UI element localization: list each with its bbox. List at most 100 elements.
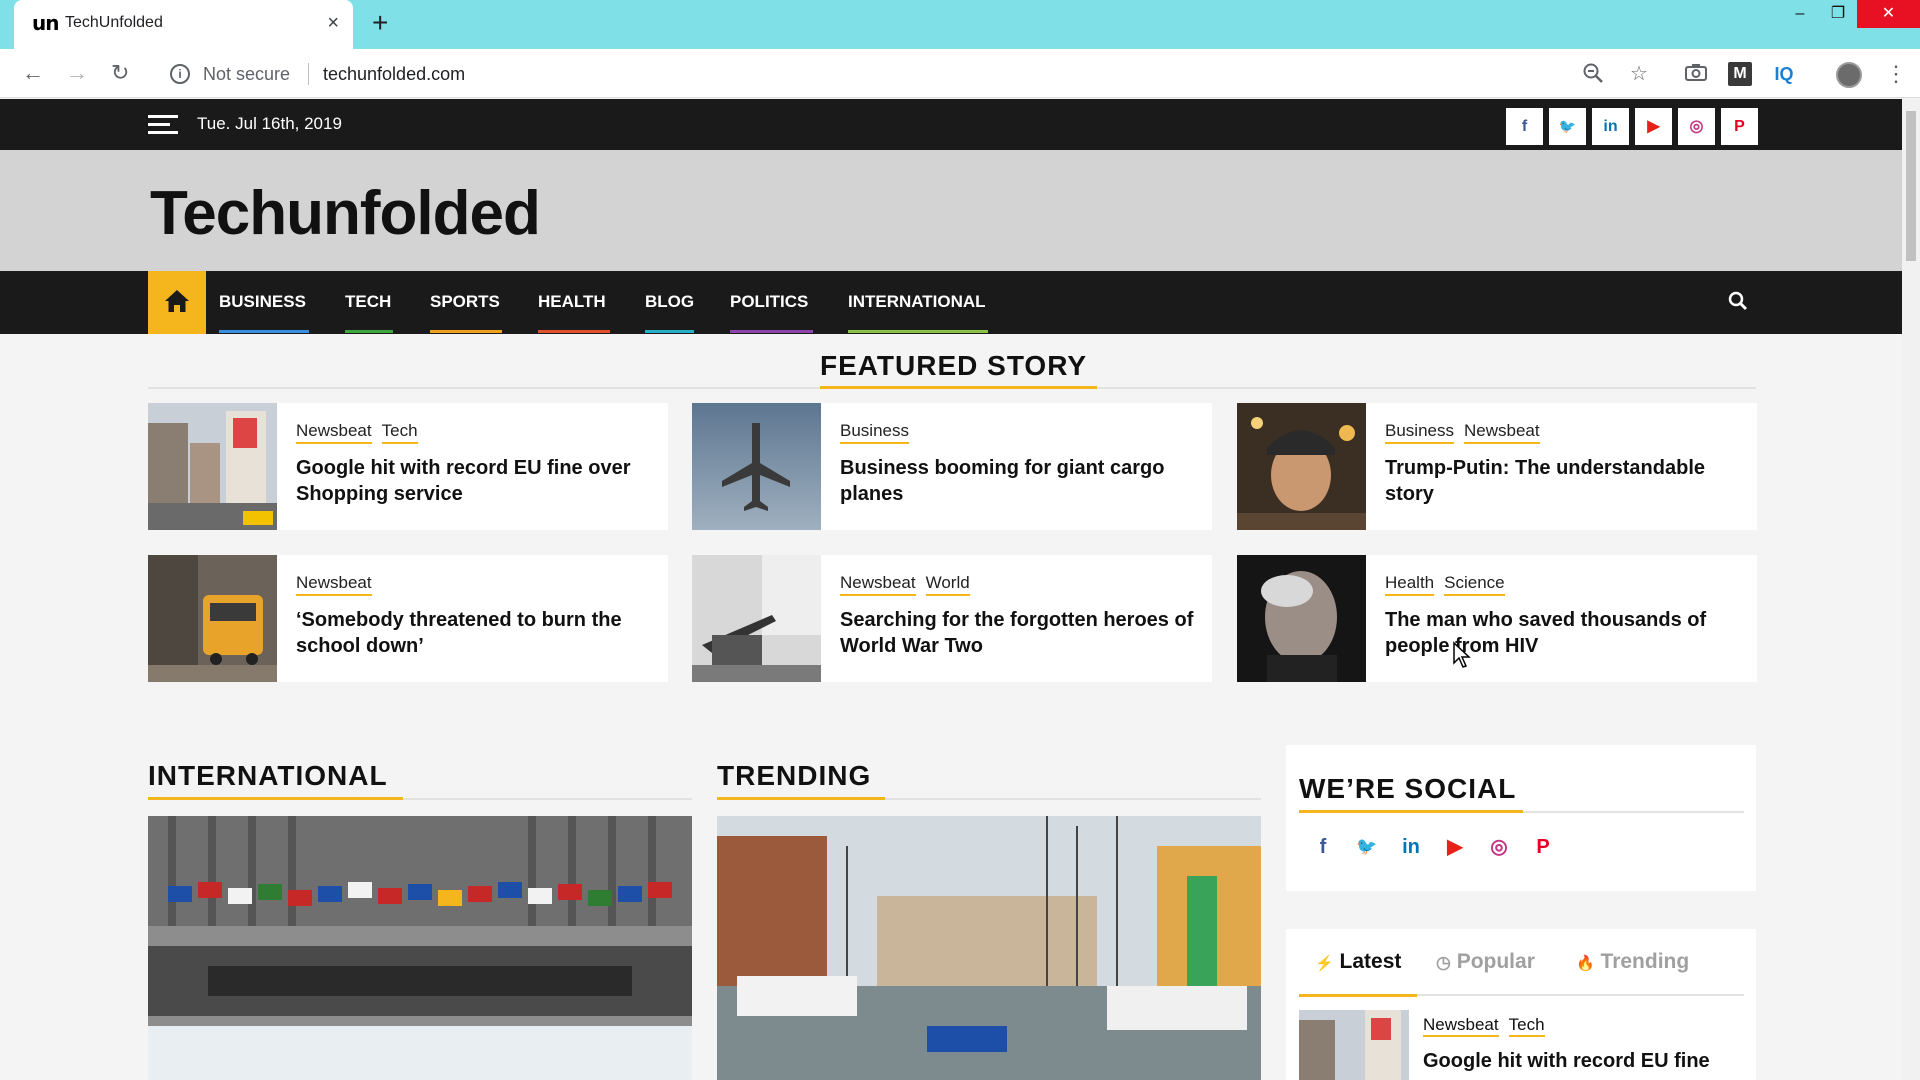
hamburger-menu-icon[interactable]	[148, 115, 178, 135]
iq-extension-icon[interactable]: IQ	[1772, 62, 1796, 86]
category-tag[interactable]: Newsbeat	[1463, 421, 1540, 444]
camera-extension-icon[interactable]	[1684, 62, 1708, 86]
tab-latest-label: Latest	[1339, 950, 1402, 973]
search-icon[interactable]	[1727, 290, 1749, 312]
home-button[interactable]	[148, 271, 206, 334]
tab-trending-label: Trending	[1600, 950, 1690, 973]
card-title[interactable]: The man who saved thousands of people fr…	[1385, 607, 1745, 659]
card-thumbnail[interactable]	[148, 555, 277, 682]
youtube-icon[interactable]: ▶	[1635, 108, 1672, 145]
nav-sports[interactable]: SPORTS	[430, 292, 500, 312]
site-header: Techunfolded	[0, 150, 1902, 271]
card-categories: Newsbeat World	[840, 573, 970, 596]
window-close-button[interactable]: ✕	[1857, 0, 1920, 28]
page-scrollbar[interactable]	[1902, 99, 1920, 1080]
reload-icon[interactable]: ↻	[111, 61, 129, 85]
category-tag[interactable]: Newsbeat	[840, 573, 916, 596]
latest-post-thumbnail[interactable]	[1299, 1010, 1409, 1080]
address-bar[interactable]: i Not secure techunfolded.com	[158, 56, 1658, 92]
browser-menu-icon[interactable]: ⋮	[1884, 62, 1908, 86]
zoom-icon[interactable]	[1581, 62, 1605, 86]
site-info-icon[interactable]: i	[170, 64, 190, 84]
category-tag[interactable]: Health	[1385, 573, 1435, 596]
featured-card[interactable]: Business Newsbeat Trump-Putin: The under…	[1237, 403, 1757, 530]
card-title[interactable]: Trump-Putin: The understandable story	[1385, 455, 1745, 507]
social-widget-accent	[1299, 810, 1523, 813]
youtube-icon[interactable]: ▶	[1443, 835, 1467, 859]
featured-heading: FEATURED STORY	[820, 350, 1088, 381]
card-categories: Newsbeat	[296, 573, 372, 596]
pinterest-icon[interactable]: P	[1531, 835, 1555, 859]
back-arrow-icon[interactable]: ←	[22, 61, 44, 85]
twitter-icon[interactable]: 🐦	[1355, 835, 1379, 859]
latest-post-title[interactable]: Google hit with record EU fine	[1423, 1050, 1710, 1073]
window-maximize-button[interactable]: ❐	[1815, 0, 1861, 28]
nav-politics[interactable]: POLITICS	[730, 292, 808, 312]
category-tag[interactable]: Newsbeat	[296, 421, 372, 444]
nav-business[interactable]: BUSINESS	[219, 292, 306, 312]
nav-health-underline	[538, 330, 610, 333]
facebook-icon[interactable]: f	[1506, 108, 1543, 145]
featured-card[interactable]: Newsbeat Tech Google hit with record EU …	[148, 403, 668, 530]
nav-tech[interactable]: TECH	[345, 292, 391, 312]
card-thumbnail[interactable]	[148, 403, 277, 530]
card-title[interactable]: ‘Somebody threatened to burn the school …	[296, 607, 656, 659]
tab-close-icon[interactable]: ×	[327, 12, 339, 34]
card-title[interactable]: Google hit with record EU fine over Shop…	[296, 455, 656, 507]
site-logo[interactable]: Techunfolded	[150, 178, 541, 249]
social-widget	[1286, 745, 1756, 891]
card-title[interactable]: Business booming for giant cargo planes	[840, 455, 1200, 507]
card-thumbnail[interactable]	[1237, 555, 1366, 682]
category-tag[interactable]: Newsbeat	[1423, 1015, 1499, 1037]
category-tag[interactable]: World	[925, 573, 970, 596]
browser-toolbar: ← → ↻ i Not secure techunfolded.com ☆ M …	[0, 49, 1920, 98]
featured-card[interactable]: Business Business booming for giant carg…	[692, 403, 1212, 530]
tab-popular-label: Popular	[1456, 950, 1535, 973]
instagram-icon[interactable]: ◎	[1487, 835, 1511, 859]
nav-blog[interactable]: BLOG	[645, 292, 694, 312]
url-text[interactable]: techunfolded.com	[323, 64, 465, 85]
card-thumbnail[interactable]	[692, 403, 821, 530]
browser-tab[interactable]: un TechUnfolded ×	[14, 0, 353, 49]
new-tab-button[interactable]: +	[372, 8, 388, 38]
forward-arrow-icon[interactable]: →	[66, 61, 88, 85]
nav-health[interactable]: HEALTH	[538, 292, 606, 312]
featured-card[interactable]: Newsbeat ‘Somebody threatened to burn th…	[148, 555, 668, 682]
trending-heading: TRENDING	[717, 760, 872, 791]
tab-popular[interactable]: ◷ Popular	[1436, 950, 1535, 974]
card-thumbnail[interactable]	[692, 555, 821, 682]
featured-card[interactable]: Health Science The man who saved thousan…	[1237, 555, 1757, 682]
instagram-icon[interactable]: ◎	[1678, 108, 1715, 145]
tab-latest[interactable]: ⚡ Latest	[1315, 950, 1401, 974]
facebook-icon[interactable]: f	[1311, 835, 1335, 859]
category-tag[interactable]: Tech	[1508, 1015, 1545, 1037]
bookmark-star-icon[interactable]: ☆	[1627, 62, 1651, 86]
category-tag[interactable]: Science	[1444, 573, 1505, 596]
featured-card[interactable]: Newsbeat World Searching for the forgott…	[692, 555, 1212, 682]
twitter-icon[interactable]: 🐦	[1549, 108, 1586, 145]
current-date: Tue. Jul 16th, 2019	[197, 114, 342, 133]
site-favicon-icon: un	[32, 11, 60, 35]
m-extension-icon[interactable]: M	[1728, 62, 1752, 86]
linkedin-icon[interactable]: in	[1399, 835, 1423, 859]
tab-trending[interactable]: 🔥 Trending	[1576, 950, 1689, 974]
site-topbar: Tue. Jul 16th, 2019 f 🐦 in ▶ ◎ P	[0, 99, 1902, 150]
trending-feature-image[interactable]	[717, 816, 1261, 1080]
international-feature-image[interactable]	[148, 816, 692, 1080]
active-tab-indicator	[1299, 994, 1417, 997]
profile-avatar[interactable]	[1836, 62, 1862, 88]
category-tag[interactable]: Business	[1385, 421, 1454, 444]
linkedin-icon[interactable]: in	[1592, 108, 1629, 145]
card-title[interactable]: Searching for the forgotten heroes of Wo…	[840, 607, 1200, 659]
category-tag[interactable]: Newsbeat	[296, 573, 372, 596]
scrollbar-thumb[interactable]	[1906, 111, 1916, 261]
social-widget-links: f 🐦 in ▶ ◎ P	[1311, 835, 1555, 859]
card-thumbnail[interactable]	[1237, 403, 1366, 530]
nav-international[interactable]: INTERNATIONAL	[848, 292, 986, 312]
category-tag[interactable]: Tech	[381, 421, 418, 444]
international-heading: INTERNATIONAL	[148, 760, 388, 791]
pinterest-icon[interactable]: P	[1721, 108, 1758, 145]
topbar-social-links: f 🐦 in ▶ ◎ P	[1506, 108, 1758, 145]
social-widget-heading: WE’RE SOCIAL	[1299, 773, 1517, 804]
category-tag[interactable]: Business	[840, 421, 909, 444]
